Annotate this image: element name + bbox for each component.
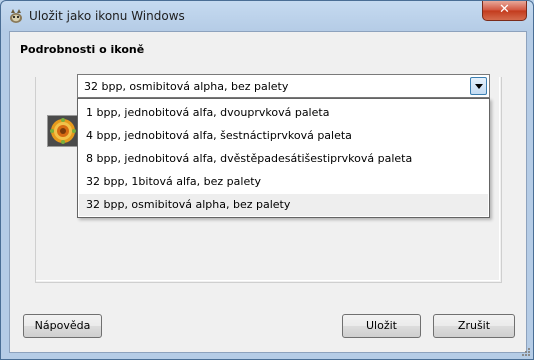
- resize-grip-icon[interactable]: [521, 347, 531, 357]
- section-title: Podrobnosti o ikoně: [20, 43, 145, 56]
- title-bar[interactable]: Uložit jako ikonu Windows ✕: [1, 1, 533, 31]
- format-option-32bpp-1bit[interactable]: 32 bpp, 1bitová alfa, bez palety: [79, 171, 488, 193]
- chevron-down-icon: [475, 84, 483, 89]
- format-option-32bpp-8bit[interactable]: 32 bpp, osmibitová alpha, bez palety: [79, 194, 488, 216]
- format-dropdown-list: 1 bpp, jednobitová alfa, dvouprvková pal…: [77, 98, 490, 218]
- format-option-1bpp[interactable]: 1 bpp, jednobitová alfa, dvouprvková pal…: [79, 102, 488, 124]
- combobox-dropdown-button[interactable]: [470, 77, 487, 95]
- dialog-window: Uložit jako ikonu Windows ✕ Podrobnosti …: [0, 0, 534, 360]
- cancel-button-label: Zrušit: [457, 319, 491, 332]
- format-option-8bpp[interactable]: 8 bpp, jednobitová alfa, dvěstěpadesátiš…: [79, 148, 488, 170]
- format-combobox[interactable]: 32 bpp, osmibitová alpha, bez palety: [77, 74, 490, 98]
- save-button-label: Uložit: [366, 319, 397, 332]
- close-icon: ✕: [499, 2, 510, 17]
- cancel-button[interactable]: Zrušit: [433, 314, 515, 338]
- gimp-app-icon: [10, 9, 22, 23]
- icon-preview-image: [47, 115, 79, 147]
- save-button[interactable]: Uložit: [342, 314, 421, 338]
- format-option-4bpp[interactable]: 4 bpp, jednobitová alfa, šestnáctiprvkov…: [79, 125, 488, 147]
- close-button[interactable]: ✕: [482, 1, 527, 21]
- help-button-label: Nápověda: [34, 319, 91, 332]
- help-button[interactable]: Nápověda: [23, 314, 102, 338]
- format-combobox-value: 32 bpp, osmibitová alpha, bez palety: [84, 80, 289, 93]
- dialog-content: Podrobnosti o ikoně 32 bpp, osmibitová a…: [9, 31, 527, 353]
- window-title: Uložit jako ikonu Windows: [29, 9, 185, 23]
